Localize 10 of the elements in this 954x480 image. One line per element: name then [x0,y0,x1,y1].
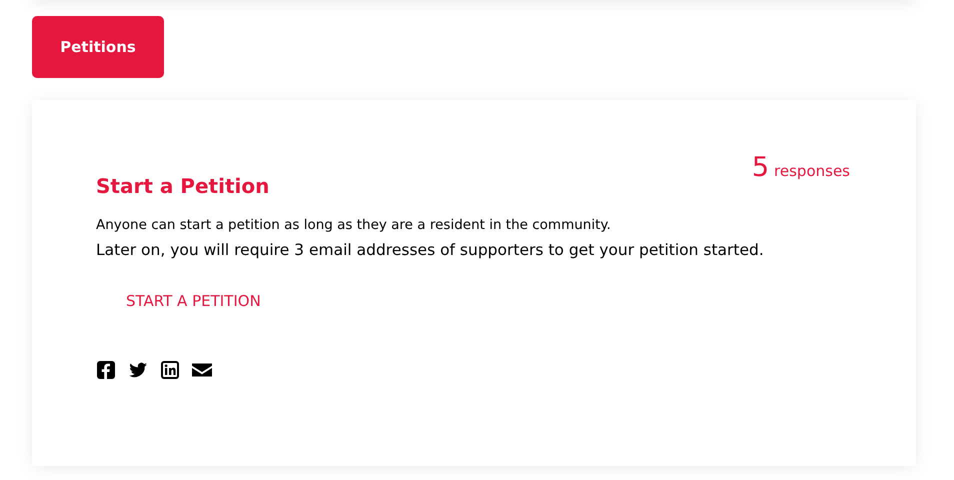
responses-label: responses [774,162,850,180]
start-petition-link[interactable]: START A PETITION [126,292,261,310]
letters-in-icon[interactable] [160,360,180,380]
letter-f-icon[interactable] [96,360,116,380]
description-text: Later on, you will require 3 email addresses of supporters to get your petition started. [96,241,765,259]
card-title: Start a Petition [96,174,270,198]
response-count: 5 [752,152,770,183]
description-text: Anyone can start a petition as long as they are a resident in the community. [96,217,612,233]
bird-icon[interactable] [128,360,148,380]
petitions-button[interactable]: Petitions [32,16,164,78]
